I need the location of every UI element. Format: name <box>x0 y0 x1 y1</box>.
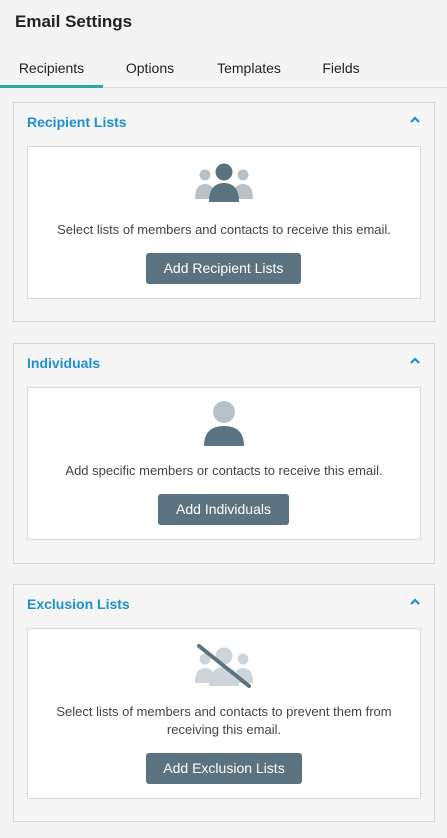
individuals-panel: Individuals Add specific members or cont… <box>13 343 435 564</box>
page-title: Email Settings <box>15 12 133 31</box>
individuals-description: Add specific members or contacts to rece… <box>65 463 383 478</box>
settings-tabs: Recipients Options Templates Fields <box>0 50 447 88</box>
tab-fields[interactable]: Fields <box>308 50 374 88</box>
chevron-up-icon[interactable] <box>408 597 422 607</box>
person-icon <box>28 400 420 448</box>
exclusion-lists-header[interactable]: Exclusion Lists <box>14 585 434 625</box>
exclusion-lists-title: Exclusion Lists <box>27 596 130 612</box>
tab-options[interactable]: Options <box>110 50 190 88</box>
recipient-lists-title: Recipient Lists <box>27 114 127 130</box>
exclusion-lists-description: Select lists of members and contacts to … <box>56 704 392 737</box>
tab-templates[interactable]: Templates <box>198 50 300 88</box>
exclusion-lists-card: Select lists of members and contacts to … <box>27 628 421 799</box>
recipient-lists-card: Select lists of members and contacts to … <box>27 146 421 299</box>
individuals-title: Individuals <box>27 355 101 371</box>
group-excluded-icon <box>28 643 420 689</box>
add-exclusion-lists-button[interactable]: Add Exclusion Lists <box>146 753 302 784</box>
individuals-card: Add specific members or contacts to rece… <box>27 387 421 540</box>
tab-recipients[interactable]: Recipients <box>0 50 103 88</box>
group-icon <box>28 161 420 205</box>
chevron-up-icon[interactable] <box>408 356 422 366</box>
chevron-up-icon[interactable] <box>408 115 422 125</box>
add-recipient-lists-button[interactable]: Add Recipient Lists <box>146 253 301 284</box>
individuals-header[interactable]: Individuals <box>14 344 434 384</box>
add-individuals-button[interactable]: Add Individuals <box>158 494 289 525</box>
recipient-lists-header[interactable]: Recipient Lists <box>14 103 434 143</box>
exclusion-lists-panel: Exclusion Lists Select lists of members … <box>13 584 435 822</box>
recipient-lists-panel: Recipient Lists Select lists of members … <box>13 102 435 322</box>
recipient-lists-description: Select lists of members and contacts to … <box>57 222 391 237</box>
